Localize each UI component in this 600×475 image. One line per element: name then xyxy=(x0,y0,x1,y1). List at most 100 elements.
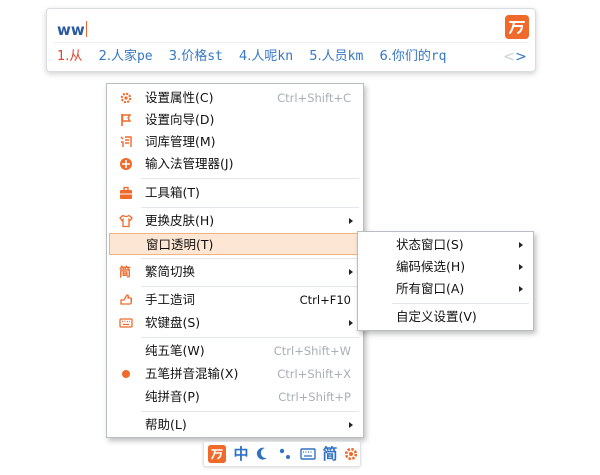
candidate-word: 人呢 xyxy=(251,49,278,64)
menu-item-shortcut: Ctrl+F10 xyxy=(299,293,351,307)
candidate-pager: <> xyxy=(503,46,527,68)
submenu-arrow-icon xyxy=(349,218,353,224)
candidate-code: kn xyxy=(277,49,294,64)
ime-composition[interactable]: ww xyxy=(57,19,87,41)
menu-item-manual-word[interactable]: 手工造词 Ctrl+F10 xyxy=(109,289,361,311)
menu-item-label: 纯五笔(W) xyxy=(145,343,205,358)
text-caret xyxy=(85,21,87,37)
candidate-number: 3. xyxy=(168,49,182,64)
menu-item-simplified-traditional[interactable]: 简 繁简切换 xyxy=(109,261,361,283)
candidate-number: 6. xyxy=(379,49,392,64)
ime-candidate-window: ww 1.从 2.人家pe 3.价格st 4.人呢kn 5.人员km 6.你们的… xyxy=(46,8,536,72)
menu-item-settings[interactable]: 设置属性(C) Ctrl+Shift+C xyxy=(109,87,361,109)
menu-separator xyxy=(141,207,359,208)
menu-item-label: 五笔拼音混输(X) xyxy=(145,366,239,381)
candidate-item-3[interactable]: 3.价格st xyxy=(169,46,223,68)
menu-item-shortcut: Ctrl+Shift+P xyxy=(278,390,351,404)
menu-item-shortcut: Ctrl+Shift+X xyxy=(277,367,351,381)
punctuation-icon[interactable] xyxy=(277,444,293,464)
menu-item-wubi-pinyin-mixed[interactable]: 五笔拼音混输(X) Ctrl+Shift+X xyxy=(109,363,361,385)
menu-separator xyxy=(141,337,359,338)
soft-keyboard-icon[interactable] xyxy=(299,444,317,464)
menu-item-help[interactable]: 帮助(L) xyxy=(109,414,361,436)
candidate-code: pe xyxy=(136,49,153,64)
candidate-word: 人员 xyxy=(321,49,348,64)
menu-item-shortcut: Ctrl+Shift+C xyxy=(277,91,351,105)
dictionary-icon xyxy=(119,135,133,149)
prev-page-button[interactable]: < xyxy=(503,46,515,68)
menu-separator xyxy=(141,411,359,412)
submenu-arrow-icon xyxy=(519,264,523,270)
submenu-item-all-windows[interactable]: 所有窗口(A) xyxy=(360,278,531,300)
submenu-item-candidate-window[interactable]: 编码候选(H) xyxy=(360,256,531,278)
menu-item-pure-wubi[interactable]: 纯五笔(W) Ctrl+Shift+W xyxy=(109,340,361,362)
candidate-word: 人家 xyxy=(110,49,137,64)
menu-item-label: 手工造词 xyxy=(145,292,196,307)
candidate-word: 从 xyxy=(69,49,83,64)
candidate-divider xyxy=(53,42,529,43)
menu-item-label: 词库管理(M) xyxy=(145,134,216,149)
menu-item-label: 所有窗口(A) xyxy=(396,281,465,296)
keyboard-icon xyxy=(119,316,133,330)
menu-item-skin[interactable]: 更换皮肤(H) xyxy=(109,210,361,232)
submenu-arrow-icon xyxy=(519,286,523,292)
menu-item-ime-manager[interactable]: 输入法管理器(J) xyxy=(109,153,361,175)
candidate-item-5[interactable]: 5.人员km xyxy=(309,46,363,68)
flag-icon xyxy=(119,113,133,127)
candidate-number: 2. xyxy=(98,49,111,64)
menu-separator xyxy=(392,303,529,304)
settings-gear-icon[interactable] xyxy=(343,444,359,464)
transparency-submenu: 状态窗口(S) 编码候选(H) 所有窗口(A) 自定义设置(V) xyxy=(357,231,534,331)
menu-item-label: 帮助(L) xyxy=(145,417,187,432)
candidate-item-4[interactable]: 4.人呢kn xyxy=(239,46,293,68)
menu-item-pure-pinyin[interactable]: 纯拼音(P) Ctrl+Shift+P xyxy=(109,386,361,408)
candidate-item-2[interactable]: 2.人家pe xyxy=(99,46,153,68)
ime-context-menu: 设置属性(C) Ctrl+Shift+C 设置向导(D) 词库管理(M) 输入法… xyxy=(106,83,364,438)
menu-item-wizard[interactable]: 设置向导(D) xyxy=(109,109,361,131)
menu-item-label: 设置向导(D) xyxy=(145,112,215,127)
menu-item-label: 状态窗口(S) xyxy=(396,237,464,252)
submenu-arrow-icon xyxy=(349,422,353,428)
input-mode-toggle[interactable]: 中 xyxy=(232,444,250,464)
ime-manager-icon xyxy=(119,157,133,171)
submenu-arrow-icon xyxy=(349,320,353,326)
menu-item-soft-keyboard[interactable]: 软键盘(S) xyxy=(109,312,361,334)
submenu-item-status-window[interactable]: 状态窗口(S) xyxy=(360,234,531,256)
submenu-item-custom[interactable]: 自定义设置(V) xyxy=(360,306,531,328)
submenu-arrow-icon xyxy=(349,269,353,275)
half-width-moon-icon[interactable] xyxy=(256,444,270,464)
menu-separator xyxy=(141,258,359,259)
ime-logo-icon[interactable] xyxy=(208,445,226,463)
ime-logo-icon[interactable] xyxy=(505,15,529,39)
menu-item-shortcut: Ctrl+Shift+W xyxy=(273,344,351,358)
gear-icon xyxy=(119,91,133,105)
menu-item-label: 自定义设置(V) xyxy=(396,309,477,324)
shirt-icon xyxy=(119,214,133,228)
candidate-item-1[interactable]: 1.从 xyxy=(57,46,82,68)
candidate-item-6[interactable]: 6.你们的rq xyxy=(379,46,446,68)
menu-item-label: 繁简切换 xyxy=(145,264,196,279)
candidate-word: 价格 xyxy=(181,49,208,64)
candidate-word: 你们的 xyxy=(391,49,431,64)
menu-item-toolbox[interactable]: 工具箱(T) xyxy=(109,182,361,204)
next-page-button[interactable]: > xyxy=(515,46,527,68)
toolbox-icon xyxy=(119,186,133,200)
jian-icon: 简 xyxy=(119,265,132,279)
menu-separator xyxy=(141,286,359,287)
candidate-code: km xyxy=(347,49,364,64)
menu-item-label: 设置属性(C) xyxy=(145,90,214,105)
candidate-number: 4. xyxy=(239,49,252,64)
composition-text: ww xyxy=(57,21,85,39)
candidate-code: rq xyxy=(430,49,447,64)
dot-icon xyxy=(119,367,133,381)
menu-item-window-transparency[interactable]: 窗口透明(T) xyxy=(109,233,361,255)
hand-icon xyxy=(119,293,133,307)
candidate-number: 5. xyxy=(309,49,322,64)
menu-item-label: 软键盘(S) xyxy=(145,315,201,330)
menu-item-label: 更换皮肤(H) xyxy=(145,213,215,228)
candidate-code: st xyxy=(207,49,223,64)
charset-toggle[interactable]: 简 xyxy=(321,444,339,464)
candidate-number: 1. xyxy=(57,49,70,64)
menu-item-dictionary[interactable]: 词库管理(M) xyxy=(109,131,361,153)
menu-item-label: 编码候选(H) xyxy=(396,259,466,274)
